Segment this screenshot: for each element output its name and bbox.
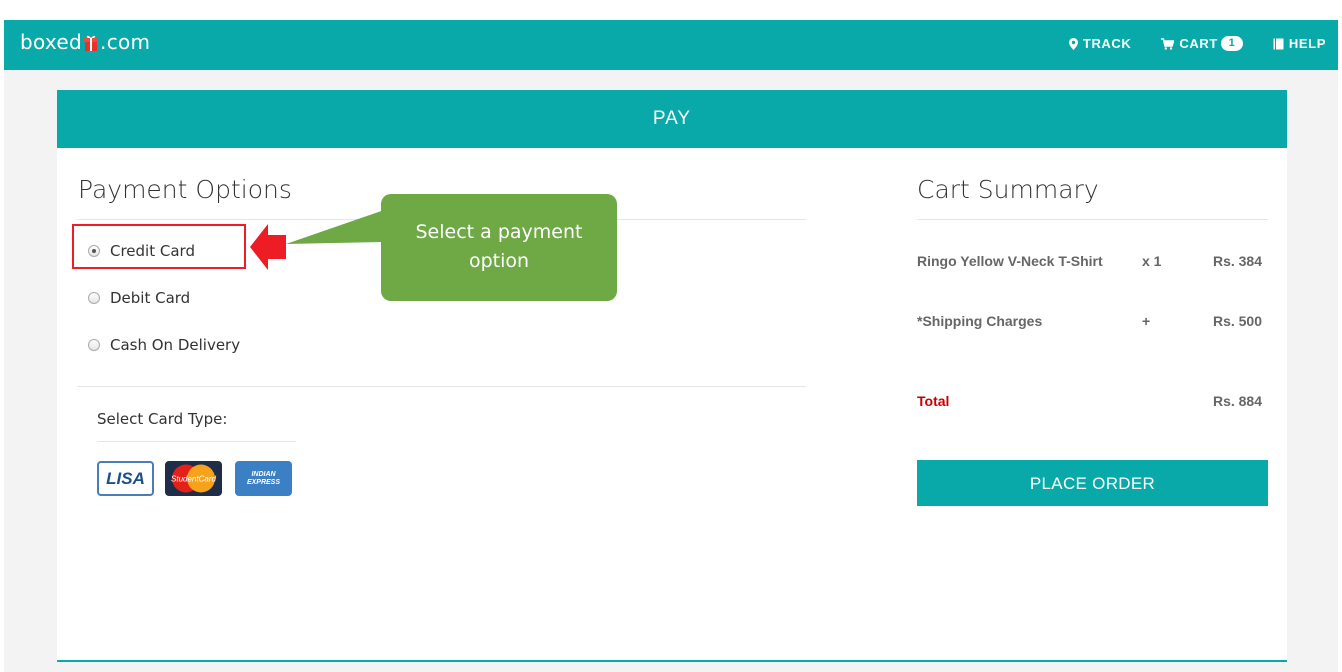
cart-count-badge: 1 <box>1220 36 1243 51</box>
cash-on-delivery-label: Cash On Delivery <box>110 336 241 354</box>
total-value: Rs. 884 <box>1212 393 1262 409</box>
cash-on-delivery-radio[interactable] <box>88 339 100 351</box>
credit-card-highlight-box <box>72 224 246 269</box>
nav-track-label: TRACK <box>1082 36 1132 51</box>
shipping-price: Rs. 500 <box>1212 313 1262 329</box>
visa-card-text: LISA <box>106 469 145 488</box>
callout-line-2: option <box>468 250 530 272</box>
brand-text-right: .com <box>100 30 151 54</box>
pay-header: PAY <box>57 90 1287 148</box>
map-marker-icon <box>1068 37 1078 50</box>
gift-icon <box>84 35 99 51</box>
card-type-divider <box>97 441 296 442</box>
nav-track-link[interactable]: TRACK <box>1068 36 1132 51</box>
visa-card-icon[interactable]: LISA <box>97 461 154 496</box>
brand-logo[interactable]: boxed .com <box>20 30 150 54</box>
nav-links: TRACK CART 1 HELP <box>1039 36 1326 51</box>
callout-pointer <box>286 210 384 244</box>
payment-option-cash-on-delivery[interactable]: Cash On Delivery <box>88 336 240 354</box>
nav-help-label: HELP <box>1288 36 1326 51</box>
cart-item-price: Rs. 384 <box>1212 253 1262 269</box>
book-icon <box>1273 38 1284 49</box>
callout-line-1: Select a payment <box>415 221 583 243</box>
cart-icon <box>1161 37 1175 50</box>
nav-cart-label: CART <box>1179 36 1218 51</box>
amex-card-icon[interactable]: INDIAN EXPRESS <box>235 461 292 496</box>
nav-help-link[interactable]: HELP <box>1273 36 1326 51</box>
callout-tooltip: Select a payment option <box>381 194 617 301</box>
payment-options-divider <box>77 386 806 387</box>
cart-item-name: Ringo Yellow V-Neck T-Shirt <box>917 253 1103 269</box>
amex-card-text: INDIAN EXPRESS <box>246 471 281 486</box>
top-navbar: boxed .com TRACK CART 1 HELP <box>4 20 1338 70</box>
cart-item-qty: x 1 <box>1142 253 1162 269</box>
debit-card-label: Debit Card <box>110 289 191 307</box>
red-arrow-icon <box>250 224 286 270</box>
shipping-qty: + <box>1142 313 1151 329</box>
nav-cart-link[interactable]: CART 1 <box>1161 36 1243 51</box>
payment-options-title: Payment Options <box>78 175 292 204</box>
cart-summary-divider <box>917 219 1268 220</box>
mastercard-circles-icon: StudentCard <box>171 464 217 493</box>
total-label: Total <box>917 393 950 409</box>
mastercard-card-icon[interactable]: StudentCard <box>165 461 222 496</box>
mastercard-card-text: StudentCard <box>171 475 216 484</box>
shipping-label: *Shipping Charges <box>917 313 1043 329</box>
brand-text-left: boxed <box>20 30 83 54</box>
cart-summary-title: Cart Summary <box>917 175 1099 204</box>
place-order-button[interactable]: PLACE ORDER <box>917 460 1268 506</box>
payment-option-debit-card[interactable]: Debit Card <box>88 289 190 307</box>
select-card-type-label: Select Card Type: <box>97 410 228 428</box>
debit-card-radio[interactable] <box>88 292 100 304</box>
